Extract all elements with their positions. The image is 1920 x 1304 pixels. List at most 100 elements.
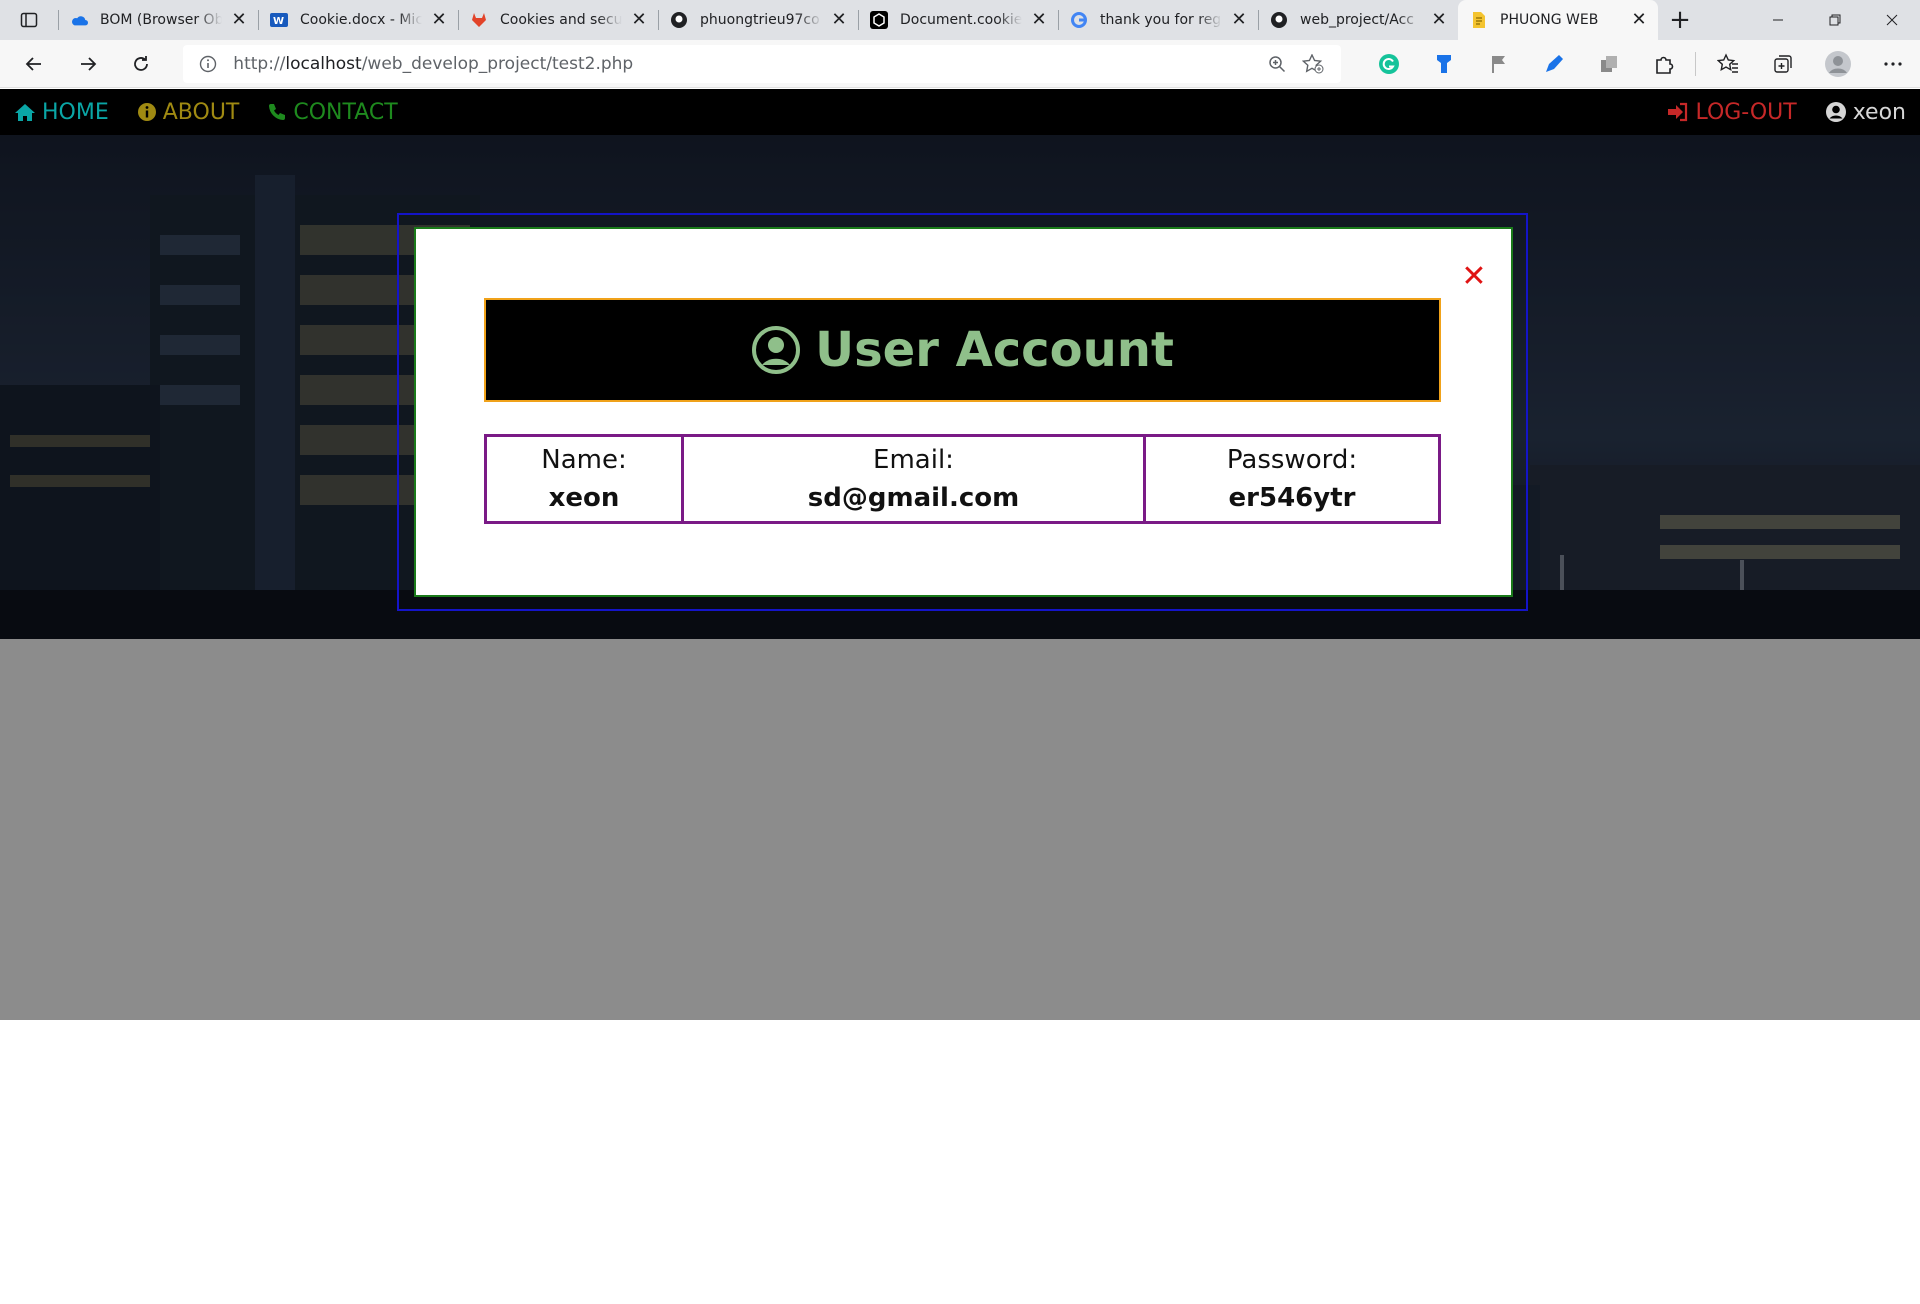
browser-tab-active[interactable]: PHUONG WEB ✕ [1458,0,1658,40]
back-button[interactable] [12,44,56,84]
close-tab-icon[interactable]: ✕ [830,11,848,29]
browser-tab[interactable]: Cookies and secu ✕ [458,0,658,40]
close-modal-icon[interactable]: ✕ [1460,262,1488,292]
email-cell: Email: sd@gmail.com [684,437,1146,521]
browser-tab[interactable]: thank you for reg ✕ [1058,0,1258,40]
home-icon [15,104,35,121]
favorites-icon[interactable] [1700,44,1755,84]
url-text[interactable]: http://localhost/web_develop_project/tes… [233,54,1259,74]
password-label: Password: [1226,445,1358,475]
tab-title: Document.cookie [900,12,1022,28]
name-cell: Name: xeon [487,437,684,521]
nav-about-label: ABOUT [162,99,240,125]
github-icon [670,11,688,29]
page-icon [1470,11,1488,29]
nav-about-link[interactable]: ABOUT [123,89,254,135]
tab-strip: BOM (Browser Ob ✕ W Cookie.docx - Mic ✕ … [0,0,1920,40]
nav-logout-link[interactable]: LOG-OUT [1653,89,1810,135]
tab-actions-button[interactable] [0,0,58,40]
reload-icon [134,55,149,71]
nav-logout-label: LOG-OUT [1695,99,1797,125]
extensions-puzzle-icon[interactable] [1636,44,1691,84]
browser-tab[interactable]: Document.cookie ✕ [858,0,1058,40]
browser-tab[interactable]: phuongtrieu97co ✕ [658,0,858,40]
sign-out-icon [1668,102,1688,122]
svg-text:W: W [273,16,284,27]
tab-title: thank you for reg [1100,12,1222,28]
name-value: xeon [548,483,620,513]
browser-tab[interactable]: W Cookie.docx - Mic ✕ [258,0,458,40]
nav-user-link[interactable]: xeon [1811,89,1920,135]
new-tab-button[interactable]: + [1658,0,1702,40]
close-tab-icon[interactable]: ✕ [430,11,448,29]
minimize-button[interactable] [1749,0,1806,40]
tab-actions-icon [20,12,38,28]
site-info-icon[interactable] [197,53,219,75]
minimize-icon [1772,19,1783,21]
close-window-button[interactable] [1863,0,1920,40]
gitlab-icon [470,11,488,29]
modal-header: User Account [484,298,1441,402]
nav-contact-label: CONTACT [293,99,398,125]
close-tab-icon[interactable]: ✕ [630,11,648,29]
nav-home-label: HOME [42,99,109,125]
google-icon [1070,11,1088,29]
url-path: /web_develop_project/test2.php [361,53,634,74]
zoom-icon[interactable] [1259,46,1295,82]
phone-icon [269,104,286,120]
email-label: Email: [873,445,954,475]
url-scheme: http:// [233,53,286,74]
forward-arrow-icon [80,56,96,71]
collections-icon[interactable] [1755,44,1810,84]
onedrive-icon [70,11,88,29]
browser-tab[interactable]: web_project/Acc ✕ [1258,0,1458,40]
tab-title: BOM (Browser Ob [100,12,222,28]
toolbar-divider [1695,51,1697,76]
copy-extension-icon[interactable] [1581,44,1636,84]
tab-title: Cookies and secu [500,12,622,28]
nav-contact-link[interactable]: CONTACT [253,89,411,135]
address-bar[interactable]: http://localhost/web_develop_project/tes… [183,44,1342,83]
browser-toolbar: http://localhost/web_develop_project/tes… [0,40,1920,88]
grammarly-extension-icon[interactable] [1361,44,1416,84]
nav-username: xeon [1852,99,1906,125]
reload-button[interactable] [120,44,164,84]
tab-title: PHUONG WEB [1500,12,1599,28]
web-page: HOME ABOUT CONTACT LOG-OUT xeon ✕ User A… [0,89,1920,1304]
user-account-modal [414,227,1513,597]
modal-title: User Account [815,322,1174,378]
user-circle-icon [752,326,801,374]
forward-button[interactable] [66,44,110,84]
profile-avatar-icon[interactable] [1810,44,1865,84]
codepen-icon [870,11,888,29]
password-value: er546ytr [1228,483,1356,513]
close-tab-icon[interactable]: ✕ [1430,11,1448,29]
pen-extension-icon[interactable] [1526,44,1581,84]
tab-title: web_project/Acc [1300,12,1414,28]
nav-home-link[interactable]: HOME [0,89,123,135]
close-window-icon [1886,14,1897,26]
flag-icon[interactable] [1471,44,1526,84]
name-label: Name: [541,445,627,475]
word-icon: W [270,11,288,29]
tab-title: phuongtrieu97co [700,12,820,28]
close-tab-icon[interactable]: ✕ [1630,11,1648,29]
browser-tab[interactable]: BOM (Browser Ob ✕ [58,0,258,40]
extension-icon[interactable] [1416,44,1471,84]
password-cell: Password: er546ytr [1146,437,1438,521]
account-info-table: Name: xeon Email: sd@gmail.com Password:… [484,434,1441,524]
more-options-icon[interactable] [1865,44,1920,84]
tab-title: Cookie.docx - Mic [300,12,422,28]
url-host: localhost [285,53,362,74]
add-favorite-icon[interactable] [1295,46,1331,82]
github-icon [1270,11,1288,29]
restore-button[interactable] [1806,0,1863,40]
close-tab-icon[interactable]: ✕ [1230,11,1248,29]
info-circle-icon [137,103,156,121]
close-tab-icon[interactable]: ✕ [1030,11,1048,29]
email-value: sd@gmail.com [807,483,1020,513]
close-tab-icon[interactable]: ✕ [230,11,248,29]
restore-icon [1829,14,1840,26]
back-arrow-icon [25,56,41,71]
user-circle-icon [1825,102,1846,122]
